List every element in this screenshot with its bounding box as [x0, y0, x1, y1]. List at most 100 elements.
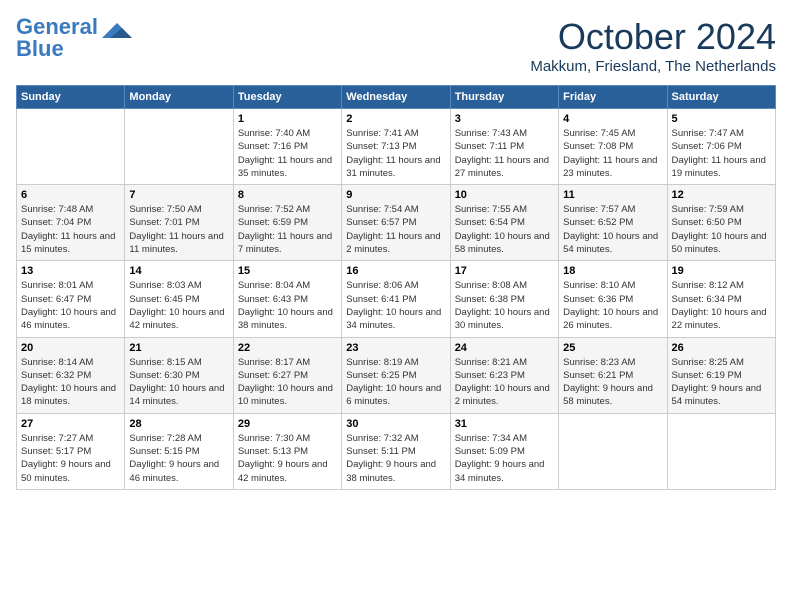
day-info: Sunrise: 7:28 AMSunset: 5:15 PMDaylight:… — [129, 432, 228, 485]
day-number: 22 — [238, 342, 337, 354]
day-number: 13 — [21, 265, 120, 277]
weekday-header: Tuesday — [233, 86, 341, 109]
calendar-cell — [17, 109, 125, 185]
day-info: Sunrise: 7:30 AMSunset: 5:13 PMDaylight:… — [238, 432, 337, 485]
day-info: Sunrise: 8:21 AMSunset: 6:23 PMDaylight:… — [455, 356, 554, 409]
day-number: 5 — [672, 113, 771, 125]
weekday-header: Friday — [559, 86, 667, 109]
day-info: Sunrise: 7:32 AMSunset: 5:11 PMDaylight:… — [346, 432, 445, 485]
day-number: 16 — [346, 265, 445, 277]
day-number: 1 — [238, 113, 337, 125]
day-number: 2 — [346, 113, 445, 125]
day-number: 6 — [21, 189, 120, 201]
calendar-cell: 23 Sunrise: 8:19 AMSunset: 6:25 PMDayligh… — [342, 337, 450, 413]
title-block: October 2024 Makkum, Friesland, The Neth… — [530, 16, 776, 75]
calendar-cell: 1 Sunrise: 7:40 AMSunset: 7:16 PMDaylight… — [233, 109, 341, 185]
day-number: 10 — [455, 189, 554, 201]
calendar-cell: 16Sunrise: 8:06 AMSunset: 6:41 PMDayligh… — [342, 261, 450, 337]
calendar-cell: 13 Sunrise: 8:01 AMSunset: 6:47 PMDayligh… — [17, 261, 125, 337]
day-number: 29 — [238, 418, 337, 430]
calendar-table: SundayMondayTuesdayWednesdayThursdayFrid… — [16, 85, 776, 490]
calendar-cell: 28Sunrise: 7:28 AMSunset: 5:15 PMDayligh… — [125, 413, 233, 489]
day-number: 11 — [563, 189, 662, 201]
weekday-header: Sunday — [17, 86, 125, 109]
calendar-week-row: 13 Sunrise: 8:01 AMSunset: 6:47 PMDayligh… — [17, 261, 776, 337]
calendar-cell: 11 Sunrise: 7:57 AMSunset: 6:52 PMDayligh… — [559, 185, 667, 261]
day-number: 8 — [238, 189, 337, 201]
day-number: 20 — [21, 342, 120, 354]
calendar-cell — [667, 413, 775, 489]
calendar-cell: 29 Sunrise: 7:30 AMSunset: 5:13 PMDayligh… — [233, 413, 341, 489]
logo-icon — [102, 18, 132, 48]
calendar-cell: 8 Sunrise: 7:52 AMSunset: 6:59 PMDaylight… — [233, 185, 341, 261]
calendar-cell: 6 Sunrise: 7:48 AMSunset: 7:04 PMDaylight… — [17, 185, 125, 261]
day-number: 14 — [129, 265, 228, 277]
calendar-cell: 15Sunrise: 8:04 AMSunset: 6:43 PMDayligh… — [233, 261, 341, 337]
calendar-cell: 3 Sunrise: 7:43 AMSunset: 7:11 PMDaylight… — [450, 109, 558, 185]
calendar-cell: 18Sunrise: 8:10 AMSunset: 6:36 PMDayligh… — [559, 261, 667, 337]
logo-text: GeneralBlue — [16, 16, 98, 60]
day-number: 3 — [455, 113, 554, 125]
day-number: 25 — [563, 342, 662, 354]
calendar-week-row: 20Sunrise: 8:14 AMSunset: 6:32 PMDayligh… — [17, 337, 776, 413]
weekday-header: Saturday — [667, 86, 775, 109]
calendar-cell: 7 Sunrise: 7:50 AMSunset: 7:01 PMDaylight… — [125, 185, 233, 261]
day-number: 26 — [672, 342, 771, 354]
day-info: Sunrise: 8:19 AMSunset: 6:25 PMDaylight:… — [346, 356, 445, 409]
calendar-cell — [125, 109, 233, 185]
day-info: Sunrise: 7:54 AMSunset: 6:57 PMDaylight:… — [346, 203, 445, 256]
calendar-week-row: 6 Sunrise: 7:48 AMSunset: 7:04 PMDaylight… — [17, 185, 776, 261]
day-info: Sunrise: 7:27 AMSunset: 5:17 PMDaylight:… — [21, 432, 120, 485]
day-info: Sunrise: 7:40 AMSunset: 7:16 PMDaylight:… — [238, 127, 337, 180]
day-number: 17 — [455, 265, 554, 277]
day-number: 23 — [346, 342, 445, 354]
day-info: Sunrise: 8:23 AMSunset: 6:21 PMDaylight:… — [563, 356, 662, 409]
day-number: 31 — [455, 418, 554, 430]
day-number: 9 — [346, 189, 445, 201]
calendar-cell: 10 Sunrise: 7:55 AMSunset: 6:54 PMDayligh… — [450, 185, 558, 261]
day-number: 24 — [455, 342, 554, 354]
calendar-week-row: 27 Sunrise: 7:27 AMSunset: 5:17 PMDayligh… — [17, 413, 776, 489]
calendar-week-row: 1 Sunrise: 7:40 AMSunset: 7:16 PMDaylight… — [17, 109, 776, 185]
location: Makkum, Friesland, The Netherlands — [530, 58, 776, 75]
calendar-cell: 9 Sunrise: 7:54 AMSunset: 6:57 PMDaylight… — [342, 185, 450, 261]
day-info: Sunrise: 8:01 AMSunset: 6:47 PMDaylight:… — [21, 279, 120, 332]
calendar-cell: 2Sunrise: 7:41 AMSunset: 7:13 PMDaylight… — [342, 109, 450, 185]
weekday-header: Thursday — [450, 86, 558, 109]
day-info: Sunrise: 8:12 AMSunset: 6:34 PMDaylight:… — [672, 279, 771, 332]
calendar-cell: 30 Sunrise: 7:32 AMSunset: 5:11 PMDayligh… — [342, 413, 450, 489]
calendar-cell: 31Sunrise: 7:34 AMSunset: 5:09 PMDayligh… — [450, 413, 558, 489]
day-info: Sunrise: 7:48 AMSunset: 7:04 PMDaylight:… — [21, 203, 120, 256]
day-number: 27 — [21, 418, 120, 430]
calendar-cell — [559, 413, 667, 489]
calendar-cell: 27 Sunrise: 7:27 AMSunset: 5:17 PMDayligh… — [17, 413, 125, 489]
day-number: 7 — [129, 189, 228, 201]
day-info: Sunrise: 8:25 AMSunset: 6:19 PMDaylight:… — [672, 356, 771, 409]
day-info: Sunrise: 7:50 AMSunset: 7:01 PMDaylight:… — [129, 203, 228, 256]
day-info: Sunrise: 7:52 AMSunset: 6:59 PMDaylight:… — [238, 203, 337, 256]
calendar-header-row: SundayMondayTuesdayWednesdayThursdayFrid… — [17, 86, 776, 109]
day-info: Sunrise: 7:59 AMSunset: 6:50 PMDaylight:… — [672, 203, 771, 256]
weekday-header: Wednesday — [342, 86, 450, 109]
calendar-cell: 20Sunrise: 8:14 AMSunset: 6:32 PMDayligh… — [17, 337, 125, 413]
day-info: Sunrise: 8:17 AMSunset: 6:27 PMDaylight:… — [238, 356, 337, 409]
calendar-cell: 25 Sunrise: 8:23 AMSunset: 6:21 PMDayligh… — [559, 337, 667, 413]
day-info: Sunrise: 7:43 AMSunset: 7:11 PMDaylight:… — [455, 127, 554, 180]
calendar-cell: 21Sunrise: 8:15 AMSunset: 6:30 PMDayligh… — [125, 337, 233, 413]
page-header: GeneralBlue October 2024 Makkum, Friesla… — [16, 16, 776, 75]
day-info: Sunrise: 7:57 AMSunset: 6:52 PMDaylight:… — [563, 203, 662, 256]
day-info: Sunrise: 8:04 AMSunset: 6:43 PMDaylight:… — [238, 279, 337, 332]
calendar-cell: 26 Sunrise: 8:25 AMSunset: 6:19 PMDayligh… — [667, 337, 775, 413]
month-title: October 2024 — [530, 16, 776, 58]
calendar-cell: 17 Sunrise: 8:08 AMSunset: 6:38 PMDayligh… — [450, 261, 558, 337]
day-info: Sunrise: 7:45 AMSunset: 7:08 PMDaylight:… — [563, 127, 662, 180]
calendar-cell: 24 Sunrise: 8:21 AMSunset: 6:23 PMDayligh… — [450, 337, 558, 413]
calendar-cell: 14 Sunrise: 8:03 AMSunset: 6:45 PMDayligh… — [125, 261, 233, 337]
day-info: Sunrise: 8:08 AMSunset: 6:38 PMDaylight:… — [455, 279, 554, 332]
day-info: Sunrise: 7:55 AMSunset: 6:54 PMDaylight:… — [455, 203, 554, 256]
calendar-cell: 12Sunrise: 7:59 AMSunset: 6:50 PMDayligh… — [667, 185, 775, 261]
day-number: 18 — [563, 265, 662, 277]
logo: GeneralBlue — [16, 16, 132, 60]
day-info: Sunrise: 8:03 AMSunset: 6:45 PMDaylight:… — [129, 279, 228, 332]
day-number: 30 — [346, 418, 445, 430]
